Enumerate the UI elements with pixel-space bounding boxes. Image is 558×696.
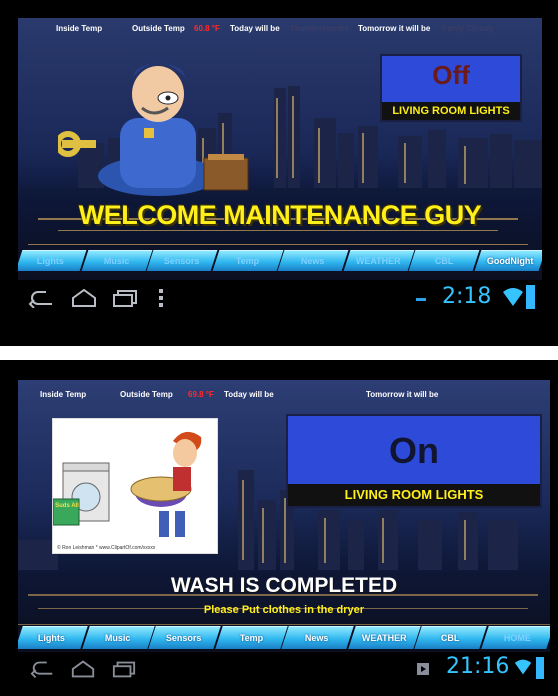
today-value: Thunderstorms <box>290 24 349 33</box>
tab-goodnight[interactable]: GoodNight <box>474 250 542 271</box>
welcome-banner: WELCOME MAINTENANCE GUY <box>78 200 482 230</box>
tomorrow-label: Tomorrow it will be <box>366 390 439 399</box>
status-line: Inside Temp Outside Temp 60.8 °F Today w… <box>18 24 542 40</box>
light-state: Off <box>432 60 470 90</box>
recent-apps-icon[interactable] <box>112 660 136 678</box>
android-nav-bar: 2:18 <box>18 280 542 318</box>
wifi-icon <box>503 288 523 306</box>
tab-sensors[interactable]: Sensors <box>148 626 221 649</box>
tomorrow-label: Tomorrow it will be <box>358 24 431 33</box>
today-label: Today will be <box>224 390 274 399</box>
light-label: LIVING ROOM LIGHTS <box>288 484 540 506</box>
tab-weather[interactable]: WEATHER <box>343 250 414 271</box>
maintenance-guy-cartoon <box>58 63 249 196</box>
tab-cbl[interactable]: CBL <box>408 250 479 271</box>
outside-temp-value: 69.8 °F <box>188 390 214 399</box>
notification-dash-icon <box>416 298 426 301</box>
battery-icon <box>536 657 544 679</box>
living-room-light-toggle[interactable]: Off LIVING ROOM LIGHTS <box>380 54 522 122</box>
tab-lights[interactable]: Lights <box>18 250 86 271</box>
nav-tabs: Lights Music Sensors Temp News WEATHER C… <box>18 250 542 271</box>
tab-temp[interactable]: Temp <box>214 626 287 649</box>
back-icon[interactable] <box>28 290 56 308</box>
laundry-guy-illustration <box>52 431 202 537</box>
photo-top: Inside Temp Outside Temp 60.8 °F Today w… <box>0 0 558 346</box>
tab-temp[interactable]: Temp <box>212 250 283 271</box>
inside-temp-label: Inside Temp <box>56 24 103 33</box>
recent-apps-icon[interactable] <box>112 289 138 307</box>
tab-sensors[interactable]: Sensors <box>146 250 217 271</box>
outside-temp-value: 60.8 °F <box>194 24 220 33</box>
tab-music[interactable]: Music <box>81 626 154 649</box>
tab-news[interactable]: News <box>281 626 354 649</box>
clock: 21:16 <box>446 654 510 679</box>
tablet-screen-bottom: Inside Temp Outside Temp 69.8 °F Today w… <box>18 380 550 686</box>
tomorrow-value: Partly Cloudy <box>442 24 494 33</box>
tab-lights[interactable]: Lights <box>18 626 88 649</box>
nav-tabs: Lights Music Sensors Temp News WEATHER C… <box>18 626 550 649</box>
wash-completed-banner: WASH IS COMPLETED <box>170 574 398 597</box>
tab-weather[interactable]: WEATHER <box>347 626 420 649</box>
home-icon[interactable] <box>70 659 96 679</box>
tablet-screen-top: Inside Temp Outside Temp 60.8 °F Today w… <box>18 18 542 318</box>
today-label: Today will be <box>230 24 280 33</box>
tab-music[interactable]: Music <box>81 250 152 271</box>
outside-temp-label: Outside Temp <box>120 390 173 399</box>
outside-temp-label: Outside Temp <box>132 24 185 33</box>
android-nav-bar: 21:16 <box>18 652 550 686</box>
clock: 2:18 <box>442 284 492 309</box>
detergent-box-text: Suds All <box>55 503 79 509</box>
back-icon[interactable] <box>30 660 56 678</box>
laundry-cartoon: Suds All © Ron Leishman * www.ClipartOf.… <box>52 418 218 554</box>
inside-temp-label: Inside Temp <box>40 390 87 399</box>
cartoon-caption: © Ron Leishman * www.ClipartOf.com/xxxxx <box>57 545 156 551</box>
media-notification-icon <box>417 663 429 675</box>
wash-completed-subtitle: Please Put clothes in the dryer <box>203 604 365 616</box>
photo-bottom: Inside Temp Outside Temp 69.8 °F Today w… <box>0 360 558 696</box>
wifi-icon <box>514 659 532 675</box>
light-state: On <box>389 430 439 471</box>
battery-icon <box>526 285 535 309</box>
tab-news[interactable]: News <box>277 250 348 271</box>
status-line: Inside Temp Outside Temp 69.8 °F Today w… <box>18 390 550 406</box>
living-room-light-toggle[interactable]: On LIVING ROOM LIGHTS <box>286 414 542 508</box>
tab-cbl[interactable]: CBL <box>414 626 487 649</box>
tab-home[interactable]: HOME <box>480 626 550 649</box>
menu-icon[interactable] <box>158 288 164 308</box>
home-icon[interactable] <box>70 288 98 308</box>
light-label: LIVING ROOM LIGHTS <box>382 102 520 120</box>
